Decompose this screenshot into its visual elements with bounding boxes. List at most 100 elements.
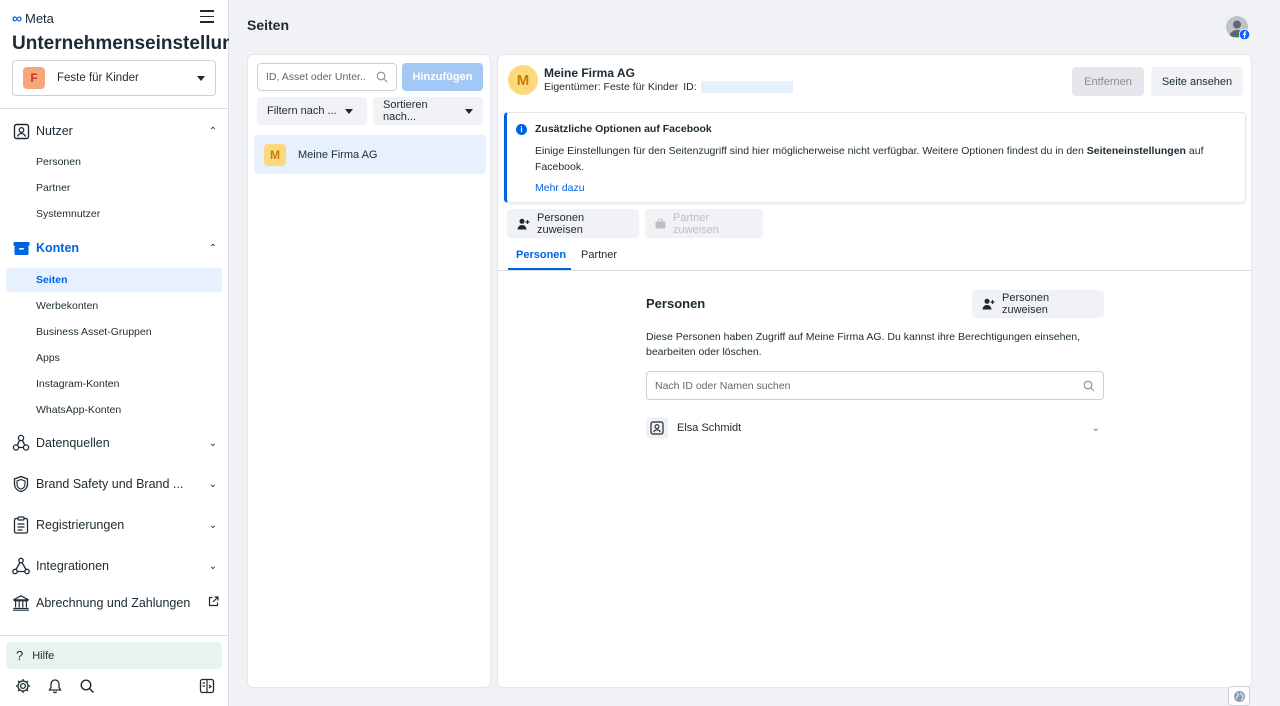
sidebar-footer: [14, 676, 216, 696]
assign-partner-label: Partner zuweisen: [673, 211, 719, 236]
pages-list-panel: Hinzufügen Filtern nach ... Sortieren na…: [247, 54, 491, 688]
chevron-up-icon: ⌃: [208, 242, 218, 254]
people-section-title: Personen: [646, 296, 706, 311]
id-value-redacted: [700, 81, 793, 93]
sidebar-section-datenquellen[interactable]: Datenquellen ⌄: [12, 432, 220, 454]
id-card-icon: [12, 122, 30, 140]
sidebar-section-integrationen[interactable]: Integrationen ⌄: [12, 555, 220, 577]
notice-text: Einige Einstellungen für den Seitenzugri…: [535, 145, 1204, 173]
page-owner-line: Eigentümer: Feste für Kinder ID:: [544, 81, 793, 93]
chevron-down-icon: ⌄: [208, 560, 218, 572]
page-name-heading: Meine Firma AG: [544, 66, 635, 80]
info-icon: i: [516, 124, 527, 135]
sidebar-item-werbekonten[interactable]: Werbekonten: [6, 294, 222, 318]
people-search-box[interactable]: [646, 371, 1104, 400]
view-page-button[interactable]: Seite ansehen: [1151, 67, 1243, 96]
bell-icon[interactable]: [46, 677, 64, 695]
help-label: Hilfe: [32, 649, 55, 662]
sort-label: Sortieren nach...: [383, 99, 428, 123]
meta-infinity-icon: ∞: [12, 10, 22, 26]
sidebar-section-label: Datenquellen: [36, 436, 110, 450]
sidebar-item-seiten[interactable]: Seiten: [6, 268, 222, 292]
asset-search-input[interactable]: [266, 71, 366, 83]
search-icon[interactable]: [78, 677, 96, 695]
people-assign-button[interactable]: Personen zuweisen: [972, 290, 1104, 318]
add-person-icon: [517, 218, 530, 230]
sidebar-section-label: Konten: [36, 241, 80, 255]
panel-toggle-icon[interactable]: [198, 677, 216, 695]
assign-people-label: Personen zuweisen: [537, 211, 585, 236]
search-icon: [1083, 380, 1095, 392]
id-label: ID:: [683, 81, 697, 93]
caret-down-icon: [465, 108, 473, 114]
people-search-input[interactable]: [655, 379, 1083, 392]
sidebar-item-business-asset-gruppen[interactable]: Business Asset-Gruppen: [6, 320, 222, 344]
sidebar-section-brand-safety[interactable]: Brand Safety und Brand ... ⌄: [12, 473, 220, 495]
sidebar-item-instagram-konten[interactable]: Instagram-Konten: [6, 372, 222, 396]
remove-button[interactable]: Entfernen: [1072, 67, 1144, 96]
question-mark-icon: ?: [16, 648, 24, 663]
sidebar-section-label: Integrationen: [36, 559, 109, 573]
notice-title: Zusätzliche Optionen auf Facebook: [535, 123, 712, 135]
business-selector[interactable]: F Feste für Kinder: [12, 60, 216, 96]
tab-partner[interactable]: Partner: [581, 249, 617, 271]
people-assign-label: Personen zuweisen: [1002, 292, 1050, 316]
sidebar-title: Unternehmenseinstellungen: [12, 33, 229, 54]
person-name: Elsa Schmidt: [677, 422, 742, 434]
add-person-icon: [982, 298, 995, 310]
sidebar-divider: [0, 635, 229, 636]
caret-down-icon: [197, 75, 205, 81]
external-link-icon[interactable]: [206, 596, 220, 610]
filter-dropdown[interactable]: Filtern nach ...: [257, 97, 367, 125]
chevron-up-icon: ⌃: [208, 125, 218, 137]
sidebar: ∞ Meta Unternehmenseinstellungen F Feste…: [0, 0, 229, 706]
business-name: Feste für Kinder: [57, 72, 139, 84]
owner-label: Eigentümer: Feste für Kinder: [544, 81, 679, 93]
clipboard-icon: [12, 516, 30, 534]
asset-search-box[interactable]: [257, 63, 397, 91]
chevron-down-icon[interactable]: ⌄: [1092, 423, 1100, 434]
help-button[interactable]: ? Hilfe: [6, 642, 222, 669]
learn-more-link[interactable]: Mehr dazu: [535, 182, 585, 194]
chevron-down-icon: ⌄: [208, 478, 218, 490]
sidebar-section-label: Brand Safety und Brand ...: [36, 477, 184, 491]
page-name: Meine Firma AG: [298, 148, 378, 161]
sidebar-section-nutzer[interactable]: Nutzer ⌃: [12, 120, 220, 142]
page-detail-panel: M Meine Firma AG Eigentümer: Feste für K…: [497, 54, 1252, 688]
sidebar-item-whatsapp-konten[interactable]: WhatsApp-Konten: [6, 398, 222, 422]
facebook-options-notice: i Zusätzliche Optionen auf Facebook Eini…: [504, 112, 1246, 203]
sidebar-section-abrechnung[interactable]: Abrechnung und Zahlungen: [12, 592, 220, 614]
business-avatar: F: [23, 67, 45, 89]
sidebar-item-partner[interactable]: Partner: [6, 176, 222, 200]
assign-people-button[interactable]: Personen zuweisen: [507, 209, 639, 238]
person-row[interactable]: Elsa Schmidt ⌄: [646, 416, 1104, 440]
sidebar-item-apps[interactable]: Apps: [6, 346, 222, 370]
gear-icon[interactable]: [14, 677, 32, 695]
add-button[interactable]: Hinzufügen: [402, 63, 483, 91]
tab-divider: [498, 270, 1251, 271]
search-icon: [376, 71, 388, 83]
people-description: Diese Personen haben Zugriff auf Meine F…: [646, 331, 1081, 358]
globe-icon[interactable]: [1228, 686, 1250, 706]
menu-icon[interactable]: [200, 10, 214, 23]
sidebar-divider: [0, 108, 229, 109]
sort-dropdown[interactable]: Sortieren nach...: [373, 97, 483, 125]
page-title: Seiten: [247, 17, 290, 33]
archive-box-icon: [12, 239, 30, 257]
list-item[interactable]: M Meine Firma AG: [254, 135, 486, 174]
assign-partner-button[interactable]: Partner zuweisen: [645, 209, 763, 238]
sidebar-section-label: Registrierungen: [36, 518, 125, 532]
shield-icon: [12, 475, 30, 493]
sidebar-section-konten[interactable]: Konten ⌃: [12, 237, 220, 259]
facebook-badge-icon: [1238, 28, 1251, 43]
sidebar-section-registrierungen[interactable]: Registrierungen ⌄: [12, 514, 220, 536]
sidebar-item-personen[interactable]: Personen: [6, 150, 222, 174]
page-avatar: M: [508, 65, 538, 95]
meta-logo[interactable]: ∞ Meta: [12, 10, 54, 26]
id-card-icon: [646, 417, 668, 439]
sidebar-item-systemnutzer[interactable]: Systemnutzer: [6, 202, 222, 226]
page-avatar: M: [264, 143, 286, 166]
sidebar-section-label: Nutzer: [36, 124, 73, 138]
caret-down-icon: [344, 108, 353, 114]
chevron-down-icon: ⌄: [208, 519, 218, 531]
